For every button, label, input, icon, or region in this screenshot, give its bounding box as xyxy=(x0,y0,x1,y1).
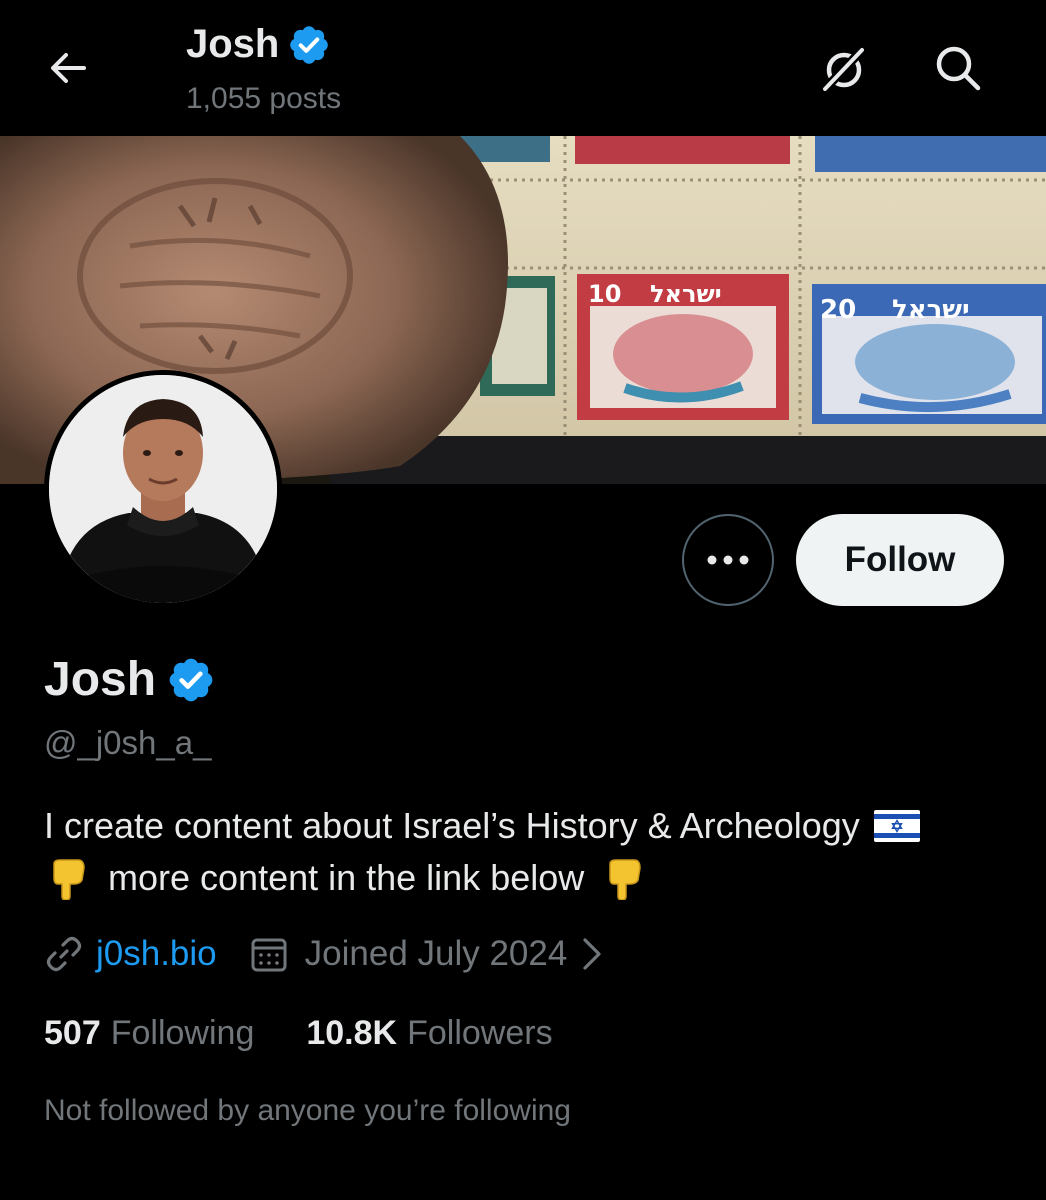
following-stat[interactable]: 507 Following xyxy=(44,1014,254,1053)
profile-link[interactable]: j0sh.bio xyxy=(96,934,217,974)
avatar[interactable] xyxy=(44,370,282,608)
profile-meta: j0sh.bio Joined July 2024 xyxy=(44,934,607,974)
post-count: 1,055 posts xyxy=(186,82,342,115)
profile-name: Josh xyxy=(44,653,157,706)
bio-text-1: I create content about Israel’s History … xyxy=(44,805,860,846)
top-bar: Josh 1,055 posts xyxy=(0,0,1046,136)
more-options-button[interactable] xyxy=(682,514,774,606)
stamp-text-20: ישראל xyxy=(892,295,970,325)
pointing-down-emoji-icon xyxy=(53,859,85,900)
followers-stat[interactable]: 10.8K Followers xyxy=(306,1014,552,1053)
link-icon xyxy=(46,936,82,972)
followers-label: Followers xyxy=(407,1014,553,1052)
calendar-icon xyxy=(251,938,287,972)
profile-name-row: Josh xyxy=(44,652,216,707)
arrow-left-icon[interactable] xyxy=(44,44,92,92)
verified-badge-icon xyxy=(290,25,329,64)
israel-flag-icon xyxy=(873,810,920,842)
stamp-value-10: 10 xyxy=(588,280,621,308)
follow-stats: 507 Following 10.8K Followers xyxy=(44,1014,553,1053)
bio-line-2: more content in the link below xyxy=(44,852,1024,904)
joined-date: Joined July 2024 xyxy=(304,934,568,973)
grok-icon[interactable] xyxy=(816,40,872,96)
search-icon[interactable] xyxy=(930,40,986,96)
mutual-followers-note: Not followed by anyone you’re following xyxy=(44,1094,571,1127)
chevron-right-icon[interactable] xyxy=(577,936,607,972)
verified-badge-icon[interactable] xyxy=(166,655,216,705)
following-count: 507 xyxy=(44,1014,101,1052)
header-name: Josh xyxy=(186,22,280,66)
stamp-value-20: 20 xyxy=(820,295,856,325)
bio-line-1: I create content about Israel’s History … xyxy=(44,800,1024,852)
profile-handle: @_j0sh_a_ xyxy=(44,724,212,761)
profile-bio: I create content about Israel’s History … xyxy=(44,800,1024,904)
bio-text-2: more content in the link below xyxy=(108,857,585,898)
header-title: Josh xyxy=(186,22,331,67)
following-label: Following xyxy=(110,1014,255,1052)
more-horizontal-icon xyxy=(707,555,749,565)
follow-button[interactable]: Follow xyxy=(796,514,1004,606)
followers-count: 10.8K xyxy=(306,1014,398,1052)
pointing-down-emoji-icon xyxy=(609,859,642,900)
stamp-text-10: ישראל xyxy=(650,280,722,308)
